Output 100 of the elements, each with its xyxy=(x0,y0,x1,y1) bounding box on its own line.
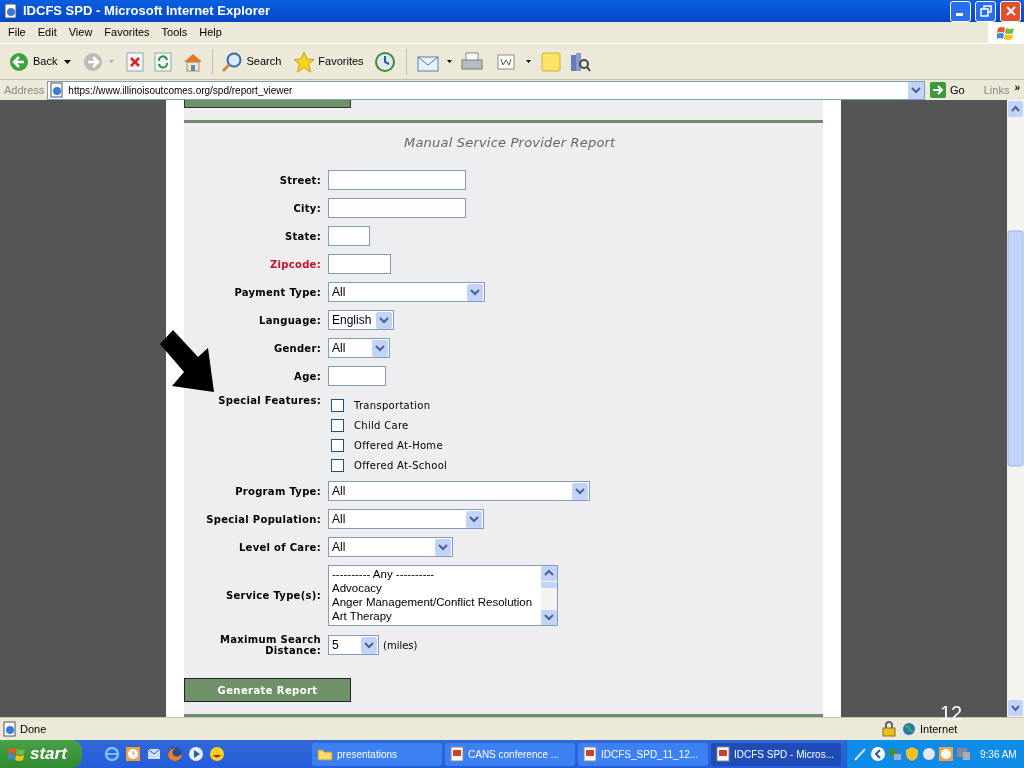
field-label: Service Type(s): xyxy=(224,590,321,602)
refresh-icon[interactable] xyxy=(154,51,173,72)
smiley-icon[interactable] xyxy=(921,746,937,762)
list-box[interactable]: ---------- Any ---------- Advocacy Anger Management/Conflict Resolution Art Therapy xyxy=(328,565,558,627)
button[interactable] xyxy=(184,100,351,108)
generate-report-button[interactable]: Generate Report xyxy=(184,678,351,703)
checkbox-label: Offered At-School xyxy=(354,459,448,474)
list-option[interactable]: ---------- Any ---------- xyxy=(332,567,541,582)
dropdown-arrow-icon[interactable] xyxy=(525,60,531,63)
search-button[interactable]: Search xyxy=(221,50,282,73)
zone-text: Internet xyxy=(920,721,959,737)
list-option[interactable]: Anger Management/Conflict Resolution xyxy=(332,595,541,610)
favorites-button[interactable]: Favorites xyxy=(293,50,364,73)
browser-icon[interactable] xyxy=(104,746,120,762)
checkbox[interactable] xyxy=(331,419,344,433)
field-label: Street: xyxy=(278,174,321,186)
stop-icon[interactable] xyxy=(126,51,145,72)
field-label: Special Features: xyxy=(217,394,321,407)
dropdown[interactable]: All xyxy=(328,481,590,502)
dropdown[interactable]: All xyxy=(328,509,484,530)
address-label: Address xyxy=(4,82,45,98)
arrow-drawing xyxy=(160,330,216,392)
history-icon[interactable] xyxy=(373,50,396,73)
dropdown[interactable]: All xyxy=(328,537,453,558)
star-icon xyxy=(293,50,316,73)
dropdown-arrow-icon[interactable] xyxy=(64,59,72,64)
restore-icon xyxy=(979,5,992,17)
menu-item[interactable]: Favorites xyxy=(98,23,156,42)
input-field[interactable] xyxy=(328,366,386,387)
list-option[interactable]: Advocacy xyxy=(332,581,541,596)
minimize-button[interactable] xyxy=(950,0,971,22)
fox-icon[interactable] xyxy=(167,746,183,762)
document-icon xyxy=(450,746,464,762)
document-icon xyxy=(583,746,597,762)
menu-item[interactable]: Help xyxy=(193,23,228,42)
page-icon xyxy=(3,3,19,19)
list-option[interactable]: Art Therapy xyxy=(332,609,541,624)
form-title: Manual Service Provider Report xyxy=(404,133,616,152)
page-icon xyxy=(2,721,18,737)
field-label: State: xyxy=(283,230,321,242)
checkbox[interactable] xyxy=(331,459,344,473)
field-label: Zipcode: xyxy=(269,258,321,270)
checkbox[interactable] xyxy=(331,399,344,413)
start-button[interactable]: start xyxy=(0,740,82,768)
document-icon[interactable] xyxy=(495,52,516,71)
search-icon xyxy=(221,50,244,73)
input-field[interactable] xyxy=(328,170,466,191)
document-icon xyxy=(716,746,730,762)
status-text: Done xyxy=(20,721,48,737)
field-label: City: xyxy=(292,202,321,214)
menu-item[interactable]: View xyxy=(62,23,99,42)
input-field[interactable] xyxy=(328,226,370,247)
close-icon xyxy=(1004,5,1017,17)
unit-label: (miles) xyxy=(383,638,418,653)
field-label: Maximum Search Distance: xyxy=(219,634,321,657)
clock-text: 9:36 AM xyxy=(980,747,1017,762)
windows-logo-icon xyxy=(997,24,1015,41)
taskbar-button[interactable]: presentations xyxy=(312,742,442,766)
go-arrow-icon xyxy=(930,82,947,98)
input-field[interactable] xyxy=(328,198,466,219)
close-button[interactable] xyxy=(1000,0,1021,22)
go-button[interactable]: Go xyxy=(928,81,967,99)
checkbox[interactable] xyxy=(331,439,344,453)
dropdown[interactable]: All xyxy=(328,282,485,303)
taskbar-button[interactable]: IDCFS_SPD_11_12... xyxy=(578,742,708,766)
books-icon[interactable] xyxy=(568,51,591,72)
printer-icon[interactable] xyxy=(459,51,484,72)
page-icon xyxy=(49,82,66,98)
field-label: Program Type: xyxy=(234,485,321,497)
chevron-icon[interactable] xyxy=(870,746,886,762)
chevron-icon[interactable]: » xyxy=(1014,80,1020,95)
dropdown[interactable]: 5 xyxy=(328,635,379,656)
back-button[interactable]: Back xyxy=(8,51,59,72)
taskbar-button[interactable]: IDCFS SPD - Micros... xyxy=(711,742,841,766)
minimize-icon xyxy=(955,12,963,16)
input-field[interactable] xyxy=(328,254,391,275)
dropdown[interactable]: English xyxy=(328,310,394,331)
field-label: Level of Care: xyxy=(237,541,321,553)
clock-icon[interactable] xyxy=(938,746,954,762)
field-label: Gender: xyxy=(272,342,321,354)
scrollbar[interactable] xyxy=(541,566,557,626)
dropdown-arrow-icon[interactable] xyxy=(446,60,452,63)
taskbar-button[interactable]: CANS conference ... xyxy=(445,742,575,766)
checkbox-label: Offered At-Home xyxy=(354,439,443,454)
dropdown[interactable]: All xyxy=(328,338,390,359)
address-field[interactable]: https://www.illinoisoutcomes.org/spd/report_viewer xyxy=(47,80,926,100)
smiley-icon[interactable] xyxy=(209,746,225,762)
checkbox-label: Transportation xyxy=(354,399,431,414)
menu-item[interactable]: Edit xyxy=(31,23,63,42)
play-icon[interactable] xyxy=(188,746,204,762)
mail-icon[interactable] xyxy=(146,746,162,762)
menu-item[interactable]: Tools xyxy=(155,23,194,42)
restore-button[interactable] xyxy=(975,0,996,22)
scrollbar[interactable] xyxy=(1007,100,1024,717)
field-label: Payment Type: xyxy=(233,286,321,298)
globe-icon xyxy=(902,722,916,736)
checkbox-label: Child Care xyxy=(354,419,409,434)
menu-item[interactable]: File xyxy=(2,23,32,42)
clock-icon[interactable] xyxy=(125,746,141,762)
url-text: https://www.illinoisoutcomes.org/spd/report_viewer xyxy=(68,83,294,98)
